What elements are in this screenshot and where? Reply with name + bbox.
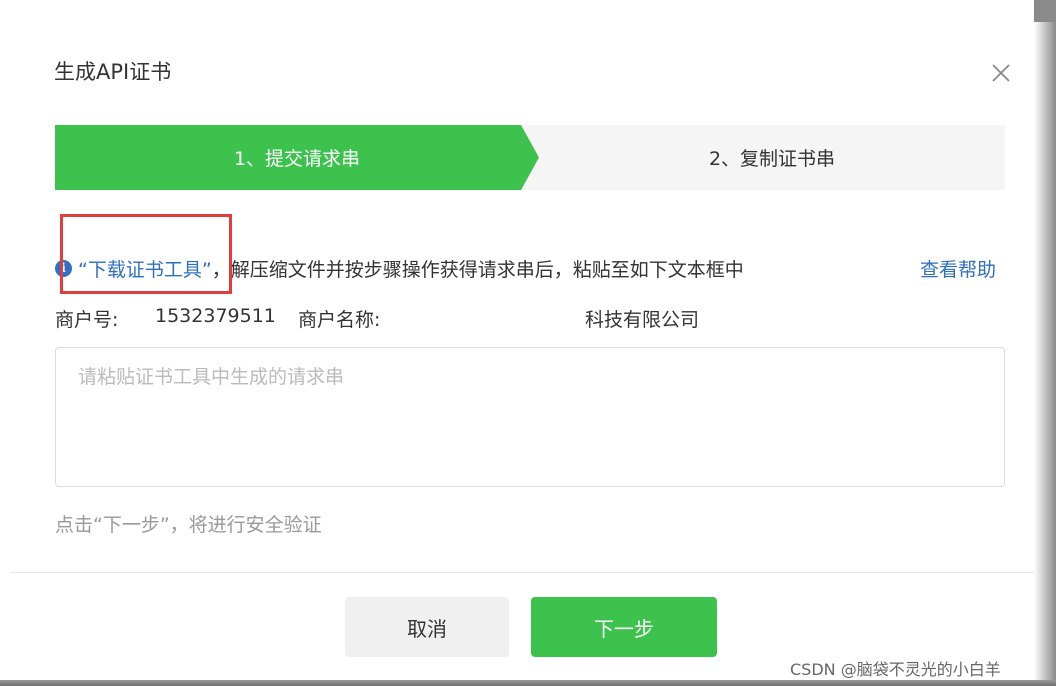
api-certificate-dialog: 生成API证书 1、提交请求串 2、复制证书串 i “下载证书工具” ，解压缩文…: [0, 0, 1034, 680]
merchant-id-label: 商户号:: [55, 309, 119, 331]
info-text: ，解压缩文件并按步骤操作获得请求串后，粘贴至如下文本框中: [211, 258, 744, 281]
merchant-name-label: 商户名称:: [298, 309, 381, 331]
step-submit-request: 1、提交请求串: [55, 125, 539, 190]
close-icon[interactable]: [986, 58, 1016, 88]
merchant-name-value: 科技有限公司: [585, 309, 700, 331]
footer-divider: [10, 572, 1034, 573]
security-hint: 点击“下一步”，将进行安全验证: [55, 514, 322, 536]
cancel-button[interactable]: 取消: [345, 597, 509, 657]
next-step-button[interactable]: 下一步: [531, 597, 717, 657]
step-copy-certificate: 2、复制证书串: [708, 148, 836, 170]
background-shadow-right: [1034, 0, 1056, 686]
watermark: CSDN @脑袋不灵光的小白羊: [790, 660, 1001, 679]
dialog-title: 生成API证书: [54, 60, 172, 84]
help-link[interactable]: 查看帮助: [920, 255, 996, 282]
download-tool-link[interactable]: “下载证书工具”: [78, 255, 212, 282]
info-line: i “下载证书工具” ，解压缩文件并按步骤操作获得请求串后，粘贴至如下文本框中: [55, 255, 744, 281]
background-shadow-bottom: [0, 680, 1056, 686]
step-progress: 1、提交请求串 2、复制证书串: [55, 125, 1005, 190]
info-icon: i: [55, 259, 72, 277]
merchant-id-value: 1532379511: [155, 305, 276, 327]
request-string-input[interactable]: [55, 347, 1005, 487]
